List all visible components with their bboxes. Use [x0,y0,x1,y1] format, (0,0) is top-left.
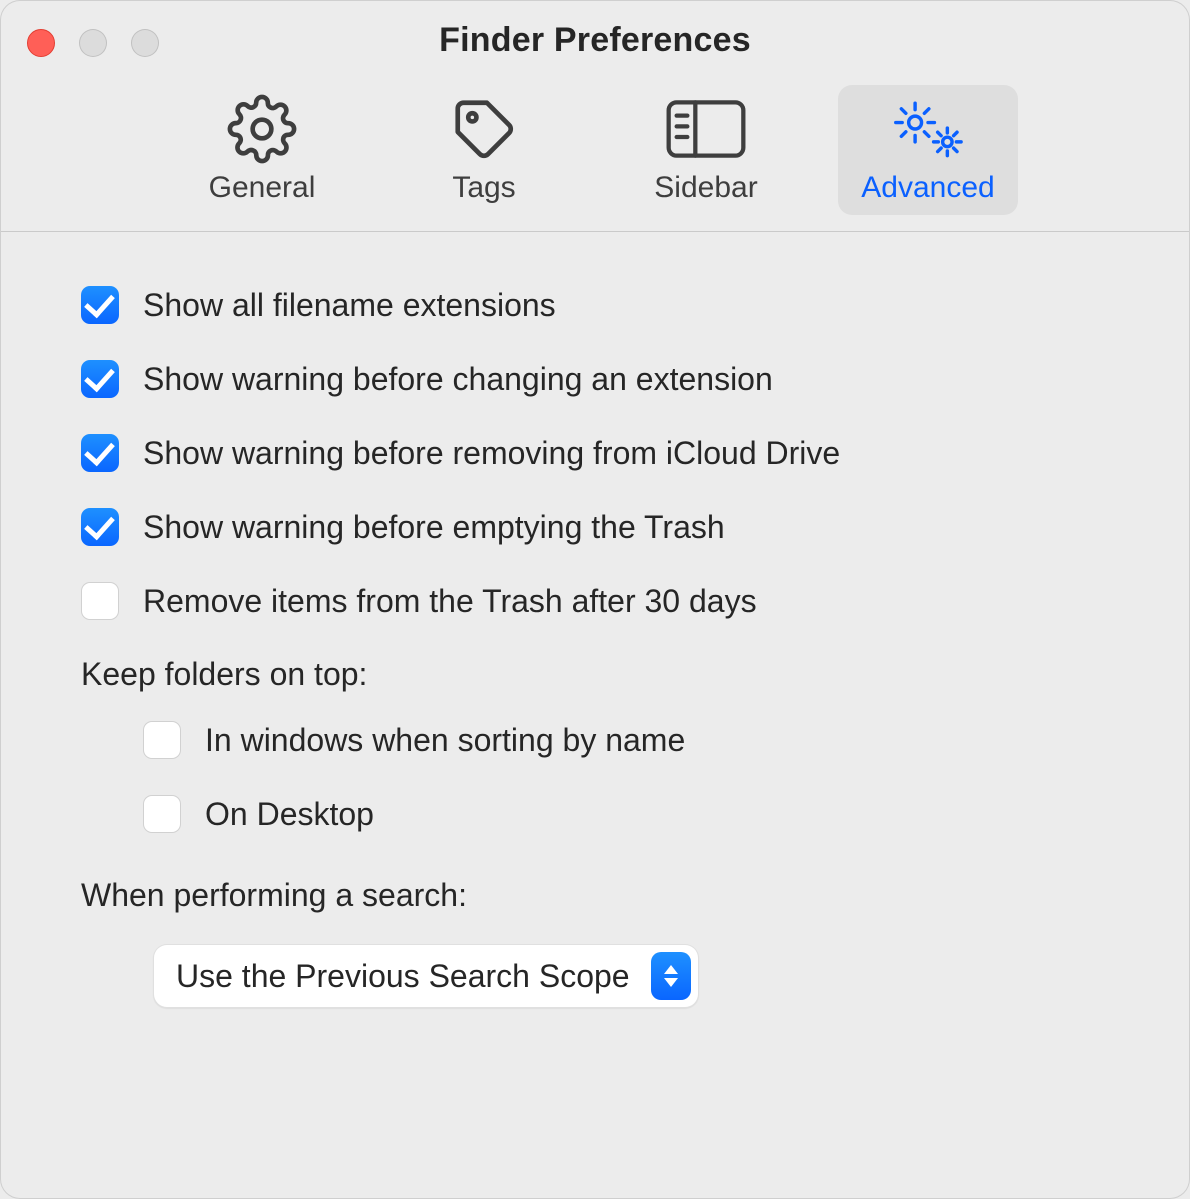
tab-label: Advanced [861,171,994,205]
traffic-lights [27,29,159,57]
option-warn-icloud-remove: Show warning before removing from iCloud… [81,434,1109,472]
option-label: In windows when sorting by name [205,722,685,759]
option-label: Show warning before changing an extensio… [143,361,773,398]
finder-preferences-window: Finder Preferences General Tags [0,0,1190,1199]
sidebar-icon [666,95,746,163]
option-label: Remove items from the Trash after 30 day… [143,583,757,620]
tab-sidebar[interactable]: Sidebar [616,85,796,215]
checkbox-keep-folders-desktop[interactable] [143,795,181,833]
toolbar: General Tags Sidebar [1,79,1189,232]
checkbox-show-extensions[interactable] [81,286,119,324]
close-window-button[interactable] [27,29,55,57]
checkbox-warn-empty-trash[interactable] [81,508,119,546]
tab-label: Tags [452,171,515,205]
chevron-down-icon [664,978,678,987]
option-label: Show all filename extensions [143,287,556,324]
checkbox-warn-icloud-remove[interactable] [81,434,119,472]
tab-label: General [209,171,316,205]
checkbox-warn-change-ext[interactable] [81,360,119,398]
chevron-up-icon [664,965,678,974]
minimize-window-button[interactable] [79,29,107,57]
tab-general[interactable]: General [172,85,352,215]
option-warn-empty-trash: Show warning before emptying the Trash [81,508,1109,546]
tag-icon [449,95,519,163]
option-label: Show warning before emptying the Trash [143,509,725,546]
option-keep-folders-desktop: On Desktop [81,795,1109,833]
option-label: Show warning before removing from iCloud… [143,435,840,472]
tab-label: Sidebar [654,171,757,205]
gear-icon [227,95,297,163]
checkbox-remove-after-30[interactable] [81,582,119,620]
search-heading: When performing a search: [81,877,1109,914]
titlebar: Finder Preferences [1,1,1189,79]
option-warn-change-ext: Show warning before changing an extensio… [81,360,1109,398]
zoom-window-button[interactable] [131,29,159,57]
tab-tags[interactable]: Tags [394,85,574,215]
checkbox-keep-folders-windows[interactable] [143,721,181,759]
option-show-extensions: Show all filename extensions [81,286,1109,324]
option-label: On Desktop [205,796,374,833]
window-title: Finder Preferences [1,21,1189,60]
tab-advanced[interactable]: Advanced [838,85,1018,215]
search-scope-select[interactable]: Use the Previous Search Scope [153,944,699,1008]
option-remove-after-30: Remove items from the Trash after 30 day… [81,582,1109,620]
select-stepper-icon [651,952,691,1000]
option-keep-folders-windows: In windows when sorting by name [81,721,1109,759]
gears-icon [885,95,971,163]
select-value: Use the Previous Search Scope [176,958,630,995]
keep-folders-heading: Keep folders on top: [81,656,1109,693]
content: Show all filename extensions Show warnin… [1,232,1189,1048]
